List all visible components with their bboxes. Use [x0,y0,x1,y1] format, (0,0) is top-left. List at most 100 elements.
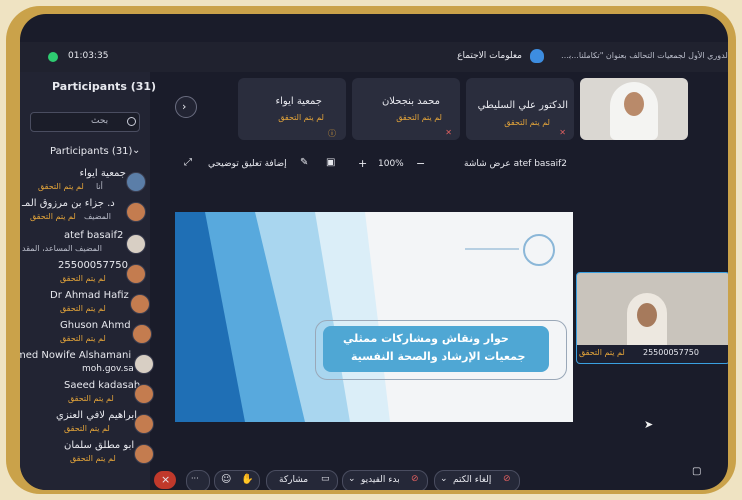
video-card-status: لم يتم التحقق [504,118,550,127]
more-button[interactable]: ··· [186,470,210,490]
slide-title-line2: جمعيات الإرشاد والصحة النفسية [351,350,526,363]
share-screen-icon: ▭ [321,474,330,484]
video-off-icon: ⊘ [411,474,419,484]
mouse-pointer-icon: ➤ [644,418,654,431]
avatar [126,202,146,222]
avatar [132,324,152,344]
participants-panel: Participants (31) بحث Participants (31) … [20,72,156,490]
close-icon: × [161,473,171,486]
participant-status: لم يتم التحقق [64,424,110,433]
video-card-name: محمد بنجحلان [381,96,440,107]
side-video-name: 25500057750 [643,348,699,357]
chevron-down-icon[interactable]: ⌄ [132,145,140,156]
avatar [130,294,150,314]
slide-logo [523,234,555,266]
participant-role: المضيف [84,212,111,221]
mic-muted-icon: ⊘ [503,474,511,484]
zoom-out-button[interactable]: − [416,157,425,170]
search-input[interactable]: بحث [91,116,108,126]
avatar [126,264,146,284]
meeting-screen: 01:03:35 معلومات الاجتماع الدوري الأول ل… [20,14,728,490]
reactions-button[interactable]: ☺ ✋ [214,470,260,490]
zoom-level: 100% [378,159,404,169]
next-page-button[interactable]: › [175,96,197,118]
slide-logo-line [465,248,519,250]
participant-name: Saeed kadasah [64,380,141,391]
photo-background: 01:03:35 معلومات الاجتماع الدوري الأول ل… [0,0,742,500]
participant-name: Dr Ahmad Hafiz [50,290,129,301]
meeting-timer: 01:03:35 [68,51,109,61]
participant-name: جمعية ايواء [79,168,126,179]
participant-name: د. جزاء بن مرزوق المـ [22,198,115,209]
participants-title: Participants (31) [52,80,157,93]
participant-status: لم يتم التحقق [60,274,106,283]
hand-icon: ✋ [241,474,254,485]
participants-section[interactable]: Participants (31) [50,146,132,157]
unmute-button[interactable]: ⌄ إلغاء الكتم ⊘ [434,470,520,490]
participant-name: Ghuson Ahmd [60,320,131,331]
share-button[interactable]: مشاركة ▭ [266,470,338,490]
meeting-title: الدوري الأول لجمعيات التحالف بعنوان "تكا… [560,51,728,60]
video-card-name: الدكتور علي السليطي [477,100,568,111]
record-dot-icon [48,52,58,62]
screen-share-label: عرض شاشة atef basaif2 [464,159,568,169]
emoji-icon: ☺ [221,474,232,485]
video-card[interactable]: الدكتور علي السليطي لم يتم التحقق ✕ [466,78,574,140]
video-card-status: لم يتم التحقق [396,113,442,122]
chevron-right-icon: › [182,100,187,113]
avatar [134,444,154,464]
leave-button[interactable]: × [154,471,176,489]
participant-status: لم يتم التحقق [60,334,106,343]
person-face [624,92,644,116]
chevron-down-icon: ⌄ [348,474,356,484]
side-video-caption: 25500057750 لم يتم التحقق [577,345,728,363]
participant-status: لم يتم التحقق [60,304,106,313]
chat-icon[interactable]: ▢ [692,466,701,477]
side-video-tile[interactable]: 25500057750 لم يتم التحقق [576,272,728,364]
zoom-in-button[interactable]: + [358,157,367,170]
chevron-down-icon: ⌄ [440,474,448,484]
video-card[interactable]: جمعية ايواء لم يتم التحقق ⓘ [238,78,346,140]
participant-status: لم يتم التحقق [68,394,114,403]
participant-status: لم يتم التحقق [30,212,76,221]
avatar [126,172,146,192]
shared-slide: حوار ونقاش ومشاركات ممثلي جمعيات الإرشاد… [175,212,573,422]
video-card[interactable]: محمد بنجحلان لم يتم التحقق ✕ [352,78,460,140]
status-icon: ⓘ [328,129,336,138]
search-icon [127,117,136,126]
mic-muted-icon: ✕ [559,128,566,137]
participant-role: المضيف المساعد، المقد [22,244,102,253]
participant-name: ابراهيم لافي العنزي [56,410,137,421]
mic-muted-icon: ✕ [445,128,452,137]
pen-icon[interactable]: ✎ [300,157,308,168]
avatar [134,354,154,374]
avatar [134,384,154,404]
participant-status: لم يتم التحقق [70,454,116,463]
participant-name: med Nowife Alshamani [20,350,132,361]
video-card-name: جمعية ايواء [275,96,322,107]
avatar [134,414,154,434]
annotate-button[interactable]: إضافة تعليق توضيحي [208,159,287,169]
participant-status: لم يتم التحقق [38,182,84,191]
participant-name: 25500057750 [58,260,128,271]
participant-name: atef basaif2 [64,230,124,241]
start-video-button[interactable]: ⌄ بدء الفيديو ⊘ [342,470,428,490]
participant-role: أنا [96,182,103,191]
fullscreen-icon[interactable]: ⤢ [184,157,192,168]
more-icon: ··· [191,474,199,483]
search-box[interactable]: بحث [30,112,140,132]
slide-background-shapes [175,212,390,422]
chat-bubble-icon[interactable]: ▣ [326,157,335,168]
camera-tile[interactable] [580,78,688,140]
side-video-status: لم يتم التحقق [579,348,625,357]
avatar [126,234,146,254]
person-face [637,303,657,327]
unmute-label: إلغاء الكتم [453,475,492,485]
shield-icon[interactable] [530,49,544,63]
video-card-status: لم يتم التحقق [278,113,324,122]
start-video-label: بدء الفيديو [361,475,400,485]
top-bar: 01:03:35 معلومات الاجتماع الدوري الأول ل… [20,42,728,72]
participant-name: ابو مطلق سلمان [64,440,135,451]
slide-title-line1: حوار ونقاش ومشاركات ممثلي [343,332,509,345]
meeting-info-label[interactable]: معلومات الاجتماع [457,51,522,61]
